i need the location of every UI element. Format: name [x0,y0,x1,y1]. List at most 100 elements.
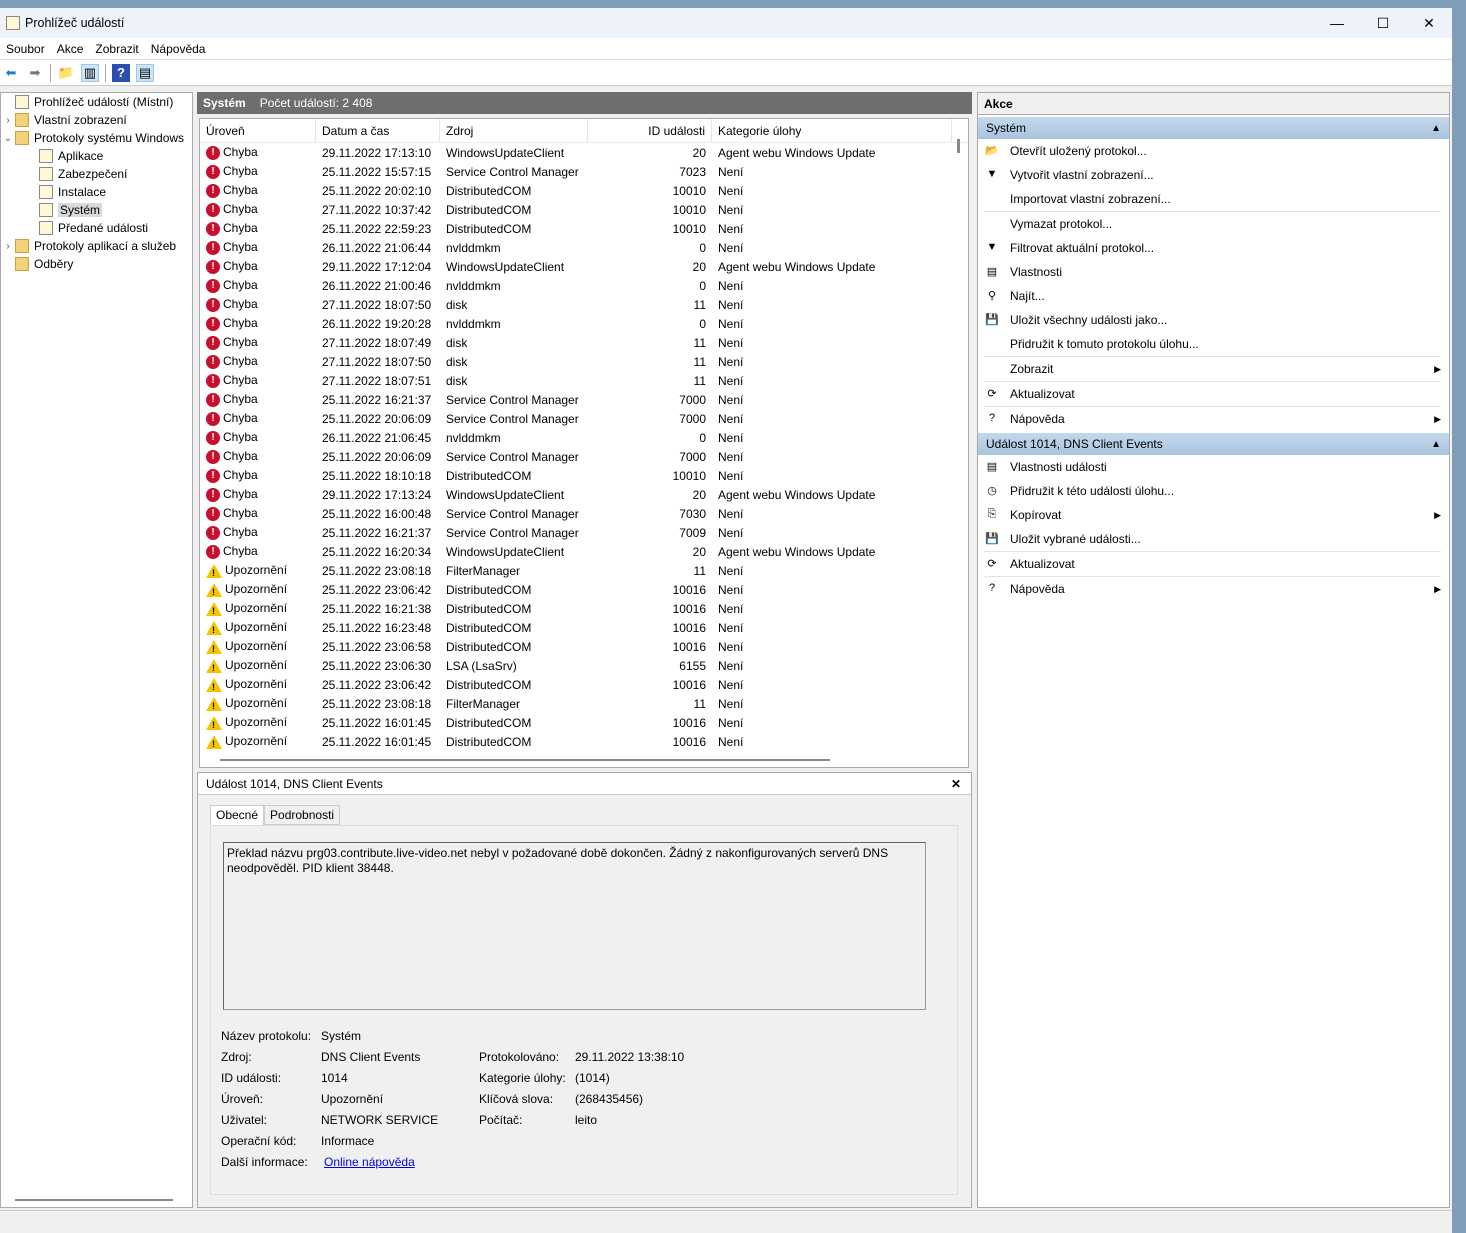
show-hide-console-tree-icon[interactable]: ▥ [81,63,99,82]
table-row[interactable]: ! Chyba 25.11.2022 18:10:18 DistributedCOM 1… [200,466,968,485]
action-item[interactable]: Importovat vlastní zobrazení... [978,187,1449,211]
table-row[interactable]: ! Chyba 25.11.2022 20:06:09 Service Control… [200,447,968,466]
table-row[interactable]: ! Chyba 25.11.2022 20:02:10 DistributedCOM 1… [200,181,968,200]
action-item[interactable]: ▼ Filtrovat aktuální protokol... [978,236,1449,260]
tree-item-label: Vlastní zobrazení [34,113,127,127]
action-item[interactable]: Přidružit k tomuto protokolu úlohu... [978,332,1449,356]
collapse-triangle-icon[interactable]: ▲ [1431,123,1441,134]
column-date-time[interactable]: Datum a čas [316,119,440,142]
action-item[interactable]: 📂 Otevřít uložený protokol... [978,139,1449,163]
tree-item-3[interactable]: Aplikace [1,147,192,165]
horizontal-scrollbar[interactable] [220,759,830,761]
menu-view[interactable]: Zobrazit [89,42,144,56]
actions-section-header[interactable]: Událost 1014, DNS Client Events ▲ [978,433,1449,455]
tree-item-6[interactable]: Systém [1,201,192,219]
tree-item-8[interactable]: › Protokoly aplikací a služeb [1,237,192,255]
close-details-icon[interactable]: ✕ [951,777,961,791]
table-row[interactable]: ! Chyba 29.11.2022 17:13:10 WindowsUpdateCl… [200,143,968,162]
menu-help[interactable]: Nápověda [145,42,212,56]
action-item[interactable]: ▼ Vytvořit vlastní zobrazení... [978,163,1449,187]
collapse-triangle-icon[interactable]: ▲ [1431,439,1441,450]
action-item[interactable]: 💾 Uložit všechny události jako... [978,308,1449,332]
tab-general[interactable]: Obecné [210,805,265,825]
table-row[interactable]: ! Chyba 27.11.2022 18:07:49 disk 11 Není [200,333,968,352]
action-item[interactable]: Vymazat protokol... [978,212,1449,236]
close-button[interactable]: ✕ [1406,15,1452,32]
table-row[interactable]: ! Chyba 29.11.2022 17:12:04 WindowsUpdateCl… [200,257,968,276]
action-item[interactable]: Zobrazit ▶ [978,357,1449,381]
table-row[interactable]: ! Chyba 27.11.2022 10:37:42 DistributedCOM 1… [200,200,968,219]
forward-arrow-icon[interactable]: ➡ [26,64,44,82]
table-row[interactable]: Upozornění 25.11.2022 16:23:48 Distributed… [200,618,968,637]
table-row[interactable]: ! Chyba 29.11.2022 17:13:24 WindowsUpdateCl… [200,485,968,504]
tree-item-1[interactable]: › Vlastní zobrazení [1,111,192,129]
action-item[interactable]: ⚲ Najít... [978,284,1449,308]
table-row[interactable]: Upozornění 25.11.2022 16:01:45 Distributed… [200,732,968,751]
action-item[interactable]: ⟳ Aktualizovat [978,382,1449,406]
action-item[interactable]: ◷ Přidružit k této události úlohu... [978,479,1449,503]
column-task-category[interactable]: Kategorie úlohy [712,119,952,142]
menu-action[interactable]: Akce [51,42,90,56]
tree-item-2[interactable]: ⌄ Protokoly systému Windows [1,129,192,147]
table-row[interactable]: ! Chyba 26.11.2022 21:06:44 nvlddmkm 0 Není [200,238,968,257]
back-arrow-icon[interactable]: ⬅ [2,64,20,82]
event-id-cell: 20 [692,487,706,502]
table-row[interactable]: ! Chyba 25.11.2022 15:57:15 Service Control… [200,162,968,181]
table-row[interactable]: Upozornění 25.11.2022 16:01:45 Distributed… [200,713,968,732]
action-item[interactable]: ▤ Vlastnosti události [978,455,1449,479]
table-row[interactable]: ! Chyba 25.11.2022 16:21:37 Service Control… [200,523,968,542]
event-id-cell: 10016 [672,677,706,692]
tree-item-4[interactable]: Zabezpečení [1,165,192,183]
table-row[interactable]: ! Chyba 26.11.2022 21:00:46 nvlddmkm 0 Není [200,276,968,295]
table-row[interactable]: Upozornění 25.11.2022 23:06:30 LSA (LsaSrv… [200,656,968,675]
column-event-id[interactable]: ID události [588,119,712,142]
column-source[interactable]: Zdroj [440,119,588,142]
action-item[interactable]: ▤ Vlastnosti [978,260,1449,284]
tree-item-7[interactable]: Předané události [1,219,192,237]
table-row[interactable]: Upozornění 25.11.2022 23:08:18 FilterManag… [200,694,968,713]
table-row[interactable]: ! Chyba 27.11.2022 18:07:50 disk 11 Není [200,352,968,371]
action-item[interactable]: ? Nápověda ▶ [978,407,1449,431]
action-item[interactable]: 💾 Uložit vybrané události... [978,527,1449,551]
expand-chevron-icon[interactable]: › [1,115,15,126]
help-icon[interactable]: ? [112,63,130,82]
maximize-button[interactable]: ☐ [1360,15,1406,32]
source-cell: nvlddmkm [446,316,501,331]
table-row[interactable]: Upozornění 25.11.2022 23:06:42 Distributed… [200,580,968,599]
table-row[interactable]: Upozornění 25.11.2022 23:08:18 FilterManag… [200,561,968,580]
action-item[interactable]: ⟳ Aktualizovat [978,552,1449,576]
table-row[interactable]: Upozornění 25.11.2022 23:06:42 Distributed… [200,675,968,694]
action-item[interactable]: ⎘ Kopírovat ▶ [978,503,1449,527]
expand-chevron-icon[interactable]: ⌄ [1,133,15,144]
tree-horizontal-scrollbar[interactable] [15,1199,173,1201]
error-icon: ! [206,506,220,521]
table-row[interactable]: Upozornění 25.11.2022 16:21:38 Distributed… [200,599,968,618]
tree-item-0[interactable]: Prohlížeč událostí (Místní) [1,93,192,111]
level-text: Upozornění [225,582,288,597]
vertical-scrollbar[interactable] [957,139,960,153]
table-row[interactable]: ! Chyba 25.11.2022 16:20:34 WindowsUpdateCl… [200,542,968,561]
event-message[interactable]: Překlad názvu prg03.contribute.live-vide… [223,842,926,1010]
source-cell: WindowsUpdateClient [446,259,565,274]
actions-section-header[interactable]: Systém ▲ [978,117,1449,139]
table-row[interactable]: ! Chyba 25.11.2022 20:06:09 Service Control… [200,409,968,428]
menu-file[interactable]: Soubor [0,42,51,56]
online-help-link[interactable]: Online nápověda [324,1152,415,1173]
table-row[interactable]: ! Chyba 26.11.2022 19:20:28 nvlddmkm 0 Není [200,314,968,333]
column-level[interactable]: Úroveň [200,119,316,142]
table-row[interactable]: ! Chyba 27.11.2022 18:07:51 disk 11 Není [200,371,968,390]
table-row[interactable]: ! Chyba 25.11.2022 16:00:48 Service Control… [200,504,968,523]
minimize-button[interactable]: — [1314,15,1360,32]
table-row[interactable]: Upozornění 25.11.2022 23:06:58 Distributed… [200,637,968,656]
tree-item-9[interactable]: Odběry [1,255,192,273]
tree-item-5[interactable]: Instalace [1,183,192,201]
up-folder-icon[interactable]: 📁 [57,64,75,82]
table-row[interactable]: ! Chyba 25.11.2022 16:21:37 Service Control… [200,390,968,409]
expand-chevron-icon[interactable]: › [1,241,15,252]
table-row[interactable]: ! Chyba 27.11.2022 18:07:50 disk 11 Není [200,295,968,314]
tab-details[interactable]: Podrobnosti [264,805,341,825]
show-hide-action-pane-icon[interactable]: ▤ [136,63,154,82]
table-row[interactable]: ! Chyba 25.11.2022 22:59:23 DistributedCOM 1… [200,219,968,238]
table-row[interactable]: ! Chyba 26.11.2022 21:06:45 nvlddmkm 0 Není [200,428,968,447]
action-item[interactable]: ? Nápověda ▶ [978,577,1449,601]
